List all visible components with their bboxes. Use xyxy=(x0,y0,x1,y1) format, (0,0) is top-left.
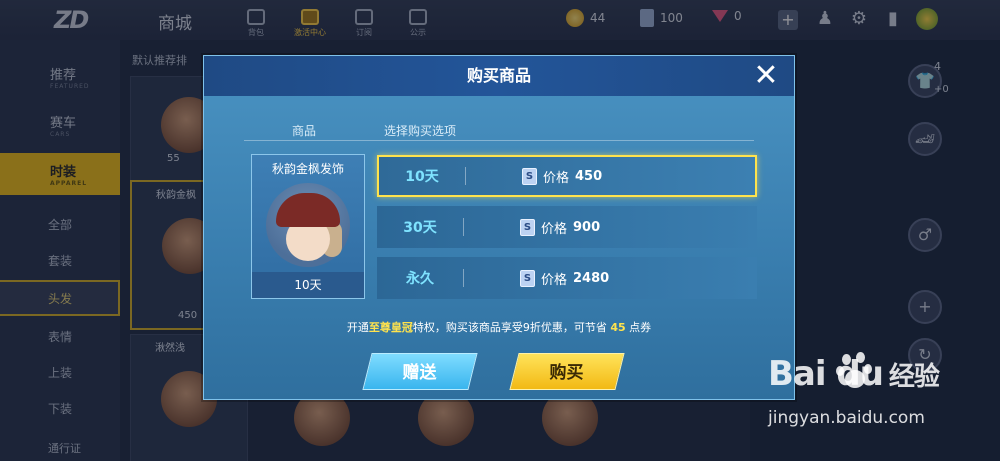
baidu-watermark: Bai du 经验 jingyan.baidu.com xyxy=(768,350,958,440)
option-divider xyxy=(463,269,464,287)
watermark-url: jingyan.baidu.com xyxy=(768,408,925,428)
product-image xyxy=(266,183,350,267)
option-price: S 价格 900 xyxy=(520,218,600,237)
gift-button[interactable]: 赠送 xyxy=(362,353,478,390)
column-options-header: 选择购买选项 xyxy=(384,124,457,138)
dialog-header: 购买商品 xyxy=(204,56,794,96)
promo-middle: 特权，购买该商品享受9折优惠，可节省 xyxy=(412,321,607,334)
option-price-label: 价格 xyxy=(541,221,568,237)
gift-button-label: 赠送 xyxy=(402,363,437,383)
promo-suffix: 点券 xyxy=(629,321,652,334)
watermark-cn: 经验 xyxy=(888,362,940,392)
option-price-value: 900 xyxy=(573,219,601,235)
option-permanent[interactable]: 永久 S 价格 2480 xyxy=(377,257,757,299)
hat-shape xyxy=(276,193,340,227)
option-price-value: 2480 xyxy=(573,270,610,286)
option-price: S 价格 2480 xyxy=(520,269,609,288)
option-divider xyxy=(465,167,466,185)
product-duration: 10天 xyxy=(252,272,364,298)
option-30-days[interactable]: 30天 S 价格 900 xyxy=(377,206,757,248)
option-price-label: 价格 xyxy=(541,272,568,288)
product-name: 秋韵金枫发饰 xyxy=(271,162,344,176)
promo-vip-link[interactable]: 至尊皇冠 xyxy=(369,321,413,334)
option-price: S 价格 450 xyxy=(522,167,602,186)
dialog-title: 购买商品 xyxy=(466,66,531,85)
coupon-icon: S xyxy=(520,218,535,236)
coupon-icon: S xyxy=(520,269,535,287)
buy-button[interactable]: 购买 xyxy=(509,353,625,390)
option-days: 10天 xyxy=(405,169,439,185)
paw-icon xyxy=(834,352,878,392)
header-divider xyxy=(244,140,754,141)
option-days: 30天 xyxy=(403,220,437,236)
coupon-icon: S xyxy=(522,167,537,185)
column-product-header: 商品 xyxy=(292,124,317,138)
option-divider xyxy=(463,218,464,236)
purchase-dialog: 购买商品 ✕ 商品 选择购买选项 秋韵金枫发饰 10天 10天 S 价格 450… xyxy=(203,55,795,400)
option-price-value: 450 xyxy=(575,168,603,184)
buy-button-label: 购买 xyxy=(549,363,584,383)
promo-savings: 45 xyxy=(610,321,626,334)
close-icon[interactable]: ✕ xyxy=(750,60,782,92)
option-10-days[interactable]: 10天 S 价格 450 xyxy=(377,155,757,197)
vip-promo-text: 开通至尊皇冠特权，购买该商品享受9折优惠，可节省 45 点券 xyxy=(204,319,794,335)
promo-prefix: 开通 xyxy=(346,321,369,334)
product-card: 秋韵金枫发饰 10天 xyxy=(251,154,365,299)
option-days: 永久 xyxy=(406,271,434,287)
option-price-label: 价格 xyxy=(543,170,570,186)
